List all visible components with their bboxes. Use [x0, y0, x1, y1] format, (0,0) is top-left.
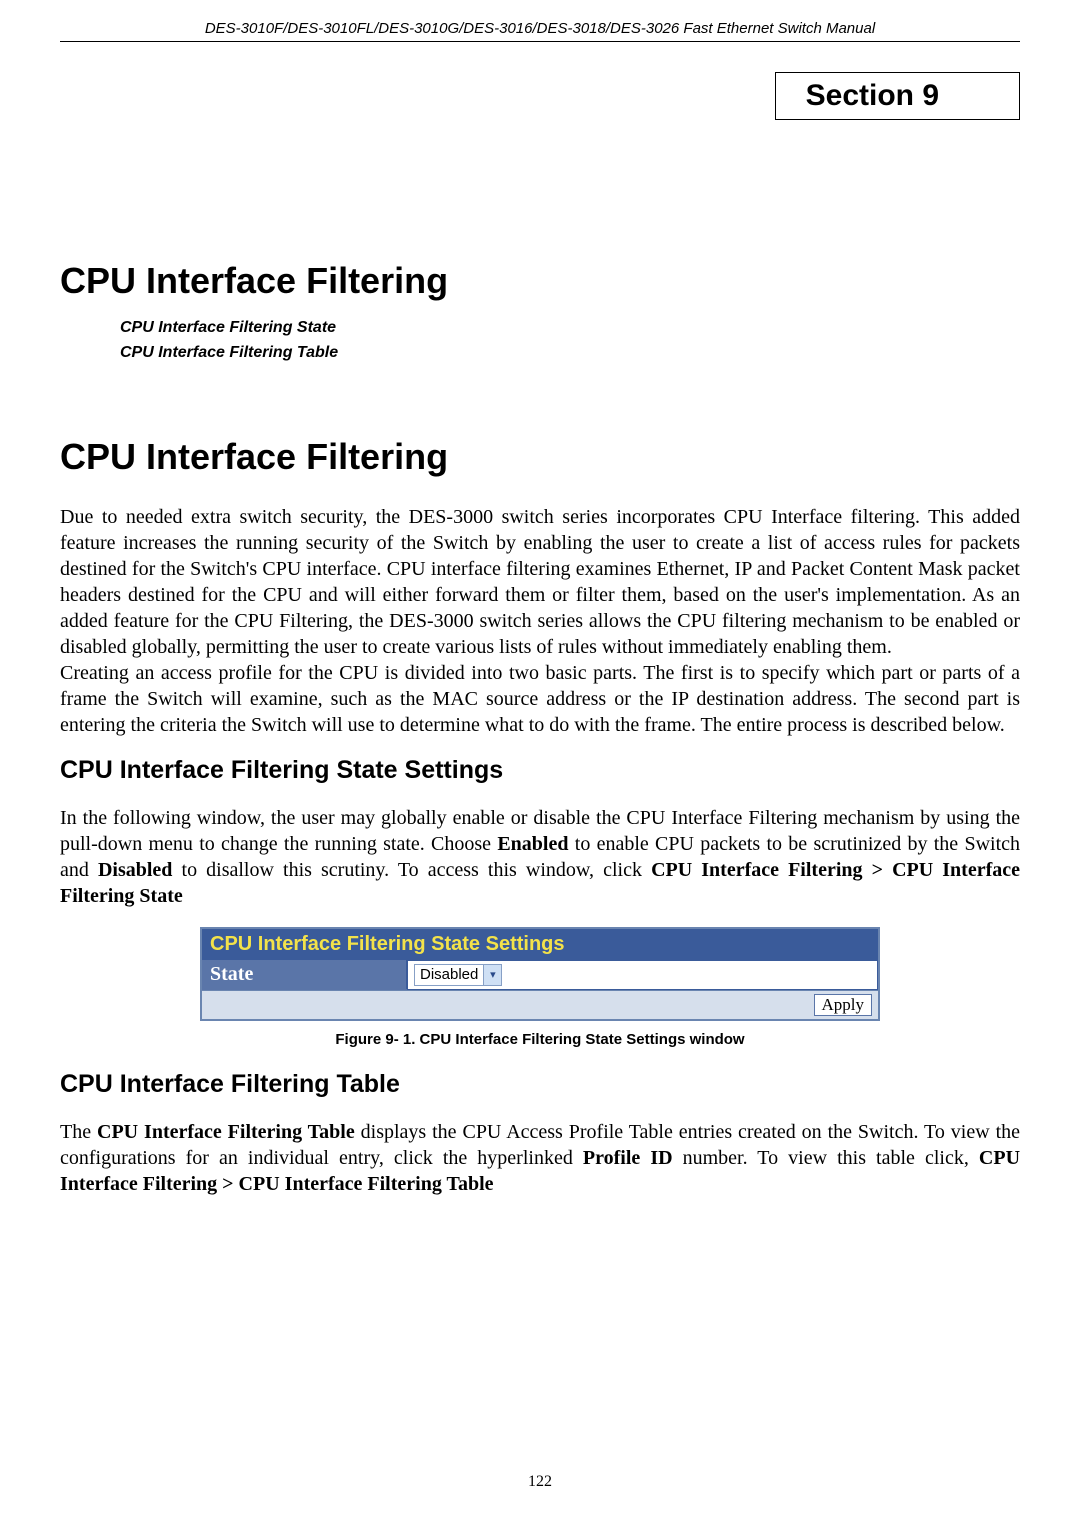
ui-row-value: Disabled ▾	[407, 960, 878, 990]
ui-panel: CPU Interface Filtering State Settings S…	[200, 927, 880, 1021]
sub-toc: CPU Interface Filtering State CPU Interf…	[120, 316, 1020, 366]
state-label: State	[202, 960, 407, 989]
figure-caption: Figure 9- 1. CPU Interface Filtering Sta…	[60, 1031, 1020, 1048]
ui-row: State Disabled ▾	[202, 960, 878, 990]
paragraph: Due to needed extra switch security, the…	[60, 504, 1020, 738]
page-header: DES-3010F/DES-3010FL/DES-3010G/DES-3016/…	[60, 20, 1020, 42]
toc-item: CPU Interface Filtering Table	[120, 341, 1020, 366]
ui-footer: Apply	[202, 990, 878, 1019]
paragraph-text: number. To view this table click,	[673, 1147, 979, 1169]
toc-item: CPU Interface Filtering State	[120, 316, 1020, 341]
section-box: Section 9	[775, 72, 1020, 120]
chevron-down-icon[interactable]: ▾	[483, 965, 501, 985]
paragraph-text: The	[60, 1121, 97, 1143]
paragraph-text: Creating an access profile for the CPU i…	[60, 662, 1020, 736]
subsection-heading: CPU Interface Filtering Table	[60, 1070, 1020, 1099]
ui-panel-title: CPU Interface Filtering State Settings	[202, 929, 878, 960]
bold-text: CPU Interface Filtering Table	[97, 1121, 355, 1143]
bold-text: Profile ID	[583, 1147, 673, 1169]
paragraph-text: to disallow this scrutiny. To access thi…	[172, 859, 651, 881]
section-label: Section 9	[806, 79, 939, 112]
figure: CPU Interface Filtering State Settings S…	[60, 927, 1020, 1021]
page-number: 122	[0, 1473, 1080, 1491]
paragraph-text: Due to needed extra switch security, the…	[60, 506, 1020, 658]
bold-text: Enabled	[497, 833, 568, 855]
paragraph: The CPU Interface Filtering Table displa…	[60, 1119, 1020, 1197]
state-select-value: Disabled	[415, 965, 483, 984]
apply-button[interactable]: Apply	[814, 994, 873, 1016]
state-select[interactable]: Disabled ▾	[414, 964, 502, 986]
bold-text: Disabled	[98, 859, 172, 881]
subsection-heading: CPU Interface Filtering State Settings	[60, 756, 1020, 785]
section-title: CPU Interface Filtering	[60, 436, 1020, 478]
paragraph: In the following window, the user may gl…	[60, 805, 1020, 909]
chapter-title: CPU Interface Filtering	[60, 260, 1020, 302]
